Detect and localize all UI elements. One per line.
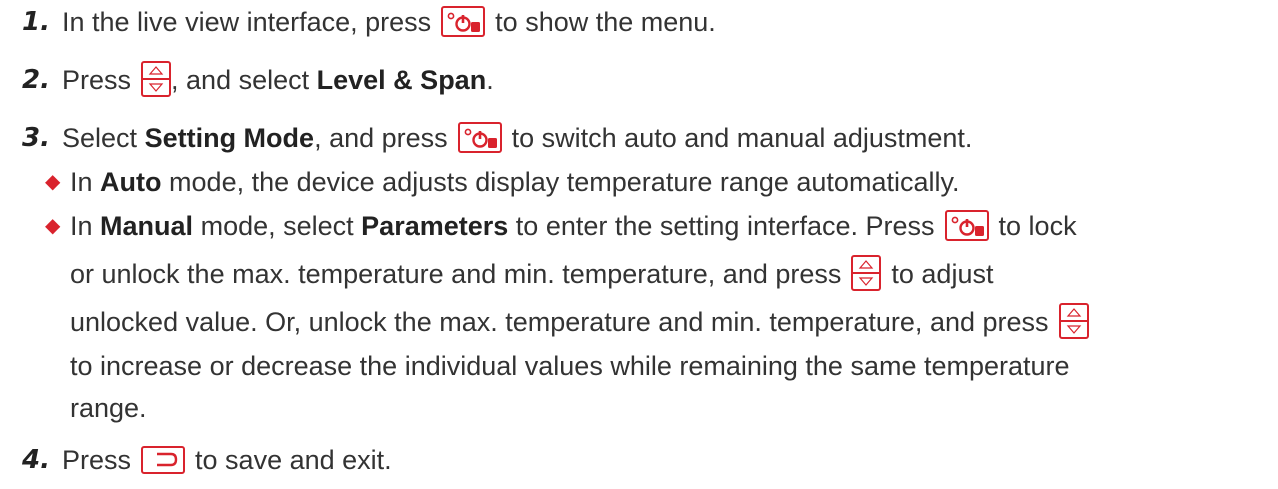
instruction-document: 1. In the live view interface, press to s… <box>0 0 1278 489</box>
step-number: 2. <box>22 65 50 95</box>
power-record-key-icon <box>944 210 989 242</box>
step-text: Select Setting Mode, and press to switch … <box>62 122 973 154</box>
bullet-text: In Manual mode, select Parameters to ent… <box>70 210 1077 242</box>
step-text: In the live view interface, press to show… <box>62 6 716 38</box>
step-number: 3. <box>22 123 50 153</box>
step-text: Press, and select Level & Span. <box>62 60 494 100</box>
back-key-icon <box>141 445 186 474</box>
step-number: 4. <box>22 445 50 475</box>
diamond-bullet-icon: ◆ <box>45 171 61 193</box>
bullet-text: In Auto mode, the device adjusts display… <box>70 167 960 197</box>
up-down-key-icon <box>141 60 172 97</box>
power-record-key-icon <box>457 122 502 154</box>
step-text: Press to save and exit. <box>62 445 392 475</box>
up-down-key-icon <box>851 254 882 291</box>
step-number: 1. <box>22 7 50 37</box>
up-down-key-icon <box>1058 302 1089 339</box>
power-record-key-icon <box>441 6 486 38</box>
diamond-bullet-icon: ◆ <box>45 215 61 237</box>
